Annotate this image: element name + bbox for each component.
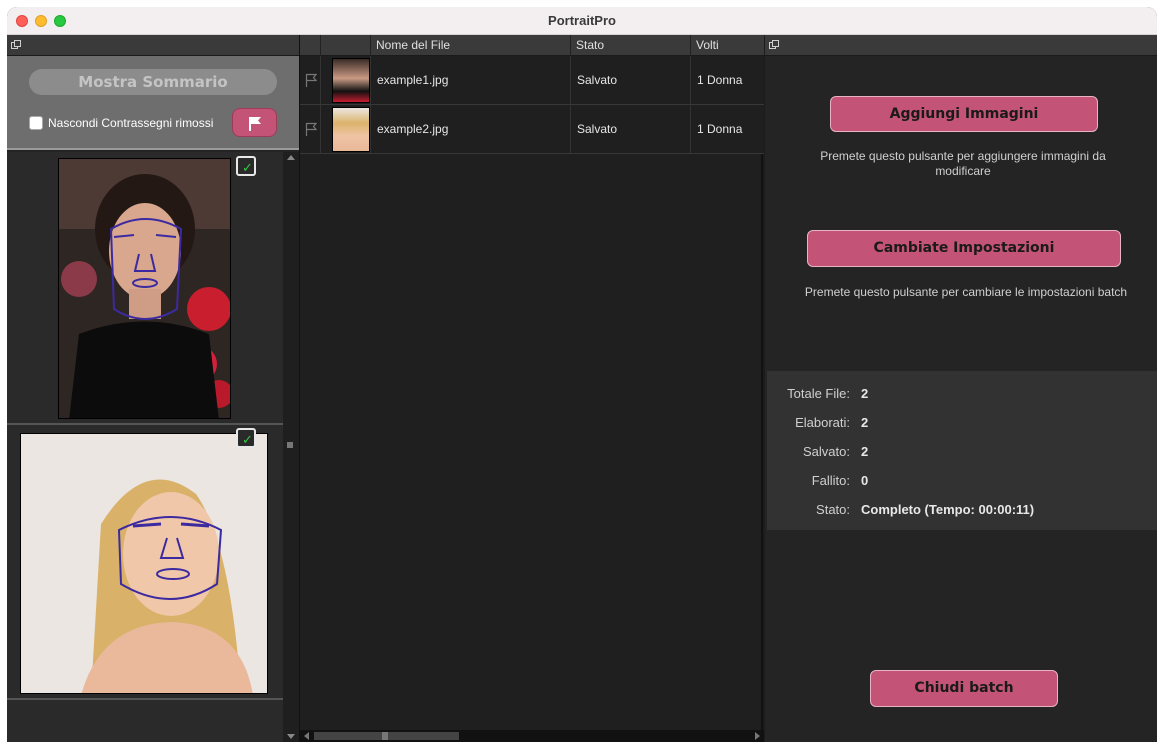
change-settings-button[interactable]: Cambiate Impostazioni — [807, 230, 1121, 267]
scroll-left-icon[interactable] — [304, 732, 309, 740]
thumbnail-item[interactable]: ✓ — [7, 425, 283, 700]
batch-stats: Totale File: 2 Elaborati: 2 Salvato: 2 F… — [767, 371, 1157, 530]
scroll-down-icon[interactable] — [287, 734, 295, 739]
thumbnail-panel: Mostra Sommario Nascondi Contrassegni ri… — [7, 35, 299, 742]
undock-icon[interactable] — [769, 40, 779, 50]
portrait-thumbnail-image — [20, 433, 268, 694]
row-thumbnail-image — [332, 107, 370, 152]
flag-button[interactable] — [232, 108, 277, 137]
close-batch-button[interactable]: Chiudi batch — [870, 670, 1058, 707]
thumbnail-panel-header — [7, 35, 299, 56]
show-summary-button[interactable]: Mostra Sommario — [29, 69, 277, 95]
stat-processed: Elaborati: 2 — [767, 415, 1157, 435]
scrollbar-thumb[interactable] — [287, 442, 293, 448]
thumbnail-list[interactable]: ✓ ✓ — [7, 152, 283, 742]
table-row[interactable]: example1.jpg Salvato 1 Donna — [300, 56, 764, 105]
table-header: Nome del File Stato Volti — [300, 35, 764, 56]
status-cell: Salvato — [570, 105, 690, 153]
stat-status: Stato: Completo (Tempo: 00:00:11) — [767, 502, 1157, 522]
hide-removed-flags-row: Nascondi Contrassegni rimossi — [29, 116, 213, 130]
flag-icon[interactable] — [305, 122, 317, 136]
stat-label: Fallito: — [811, 473, 850, 488]
stat-value: Completo (Tempo: 00:00:11) — [861, 502, 1035, 517]
file-name-cell: example1.jpg — [370, 56, 570, 104]
scroll-up-icon[interactable] — [287, 155, 295, 160]
stat-value: 2 — [861, 386, 869, 401]
app-window: PortraitPro Mostra Sommario Nascondi Con… — [7, 7, 1157, 742]
stat-value: 0 — [861, 473, 869, 488]
column-flag[interactable] — [300, 35, 320, 56]
thumbnail-scrollbar[interactable] — [283, 152, 299, 742]
column-thumbnail[interactable] — [320, 35, 370, 56]
faces-cell: 1 Donna — [690, 56, 764, 104]
stat-total-files: Totale File: 2 — [767, 386, 1157, 406]
status-cell: Salvato — [570, 56, 690, 104]
flag-icon[interactable] — [305, 73, 317, 87]
stat-label: Totale File: — [787, 386, 850, 401]
thumbnail-controls: Mostra Sommario Nascondi Contrassegni ri… — [7, 56, 299, 150]
scroll-right-icon[interactable] — [755, 732, 760, 740]
add-images-hint: Premete questo pulsante per aggiungere i… — [820, 149, 1106, 178]
stat-label: Stato: — [816, 502, 850, 517]
save-check-icon: ✓ — [236, 156, 256, 176]
file-table-panel: Nome del File Stato Volti example1.jpg S… — [299, 35, 764, 742]
portrait-thumbnail-image — [58, 158, 231, 419]
row-thumbnail-image — [332, 58, 370, 103]
window-title: PortraitPro — [548, 13, 616, 28]
file-name-cell: example2.jpg — [370, 105, 570, 153]
table-horizontal-scrollbar[interactable] — [300, 730, 764, 742]
stat-label: Salvato: — [803, 444, 850, 459]
column-file-name[interactable]: Nome del File — [370, 35, 570, 56]
column-status[interactable]: Stato — [570, 35, 690, 56]
undock-icon[interactable] — [11, 40, 21, 50]
stat-saved: Salvato: 2 — [767, 444, 1157, 464]
title-bar: PortraitPro — [7, 7, 1157, 35]
faces-cell: 1 Donna — [690, 105, 764, 153]
hide-removed-flags-label: Nascondi Contrassegni rimossi — [48, 116, 214, 130]
hide-removed-flags-checkbox[interactable] — [29, 116, 43, 130]
save-check-icon: ✓ — [236, 428, 256, 448]
stat-label: Elaborati: — [795, 415, 850, 430]
add-images-button[interactable]: Aggiungi Immagini — [830, 96, 1098, 132]
stat-value: 2 — [861, 415, 869, 430]
batch-panel-header — [765, 35, 1157, 56]
flag-icon — [249, 117, 261, 131]
scrollbar-thumb[interactable] — [382, 732, 388, 740]
column-faces[interactable]: Volti — [690, 35, 764, 56]
change-settings-hint: Premete questo pulsante per cambiare le … — [804, 285, 1128, 299]
table-row[interactable]: example2.jpg Salvato 1 Donna — [300, 105, 764, 154]
thumbnail-item[interactable]: ✓ — [7, 152, 283, 425]
stat-value: 2 — [861, 444, 869, 459]
batch-control-panel: Aggiungi Immagini Premete questo pulsant… — [765, 35, 1157, 742]
stat-failed: Fallito: 0 — [767, 473, 1157, 493]
